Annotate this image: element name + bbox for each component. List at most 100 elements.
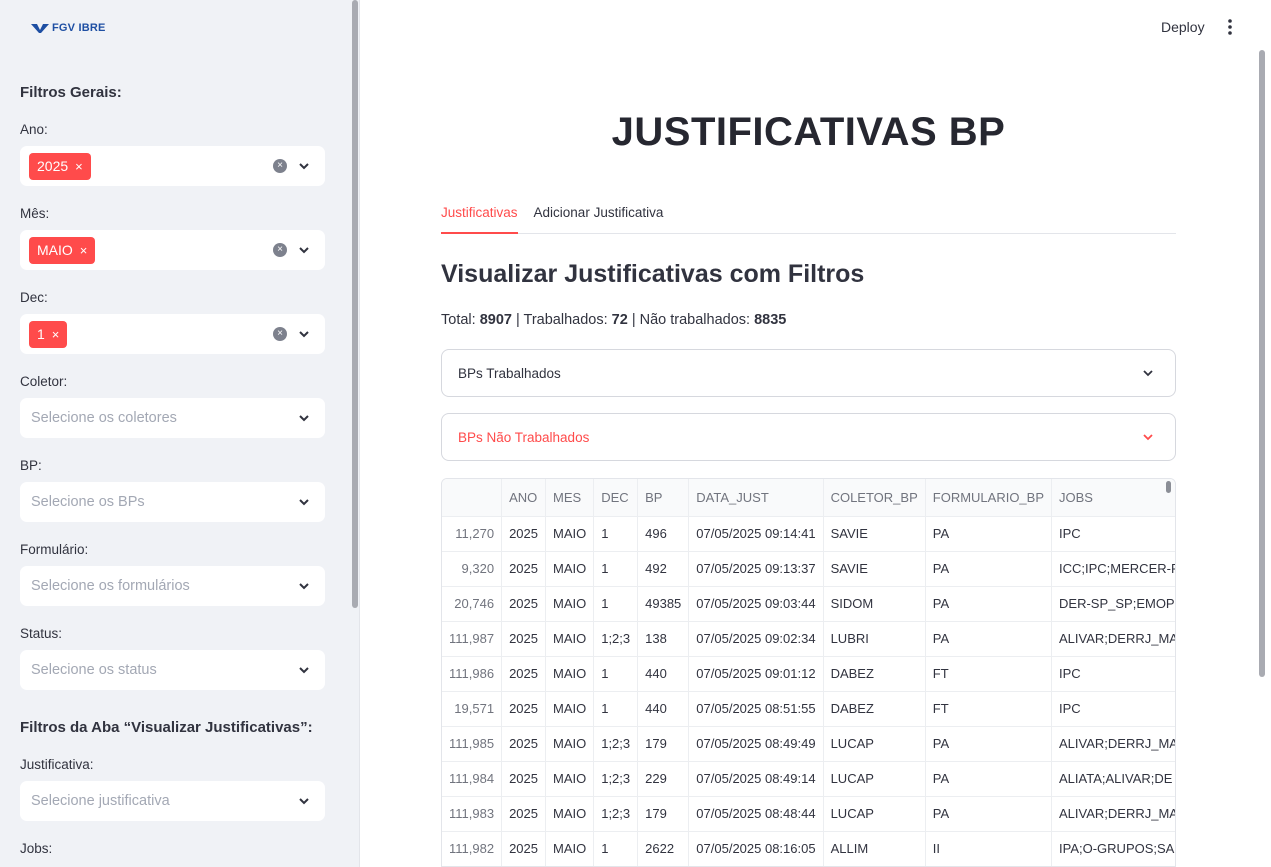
- column-header-jobs[interactable]: JOBS: [1051, 479, 1175, 517]
- column-header-data-just[interactable]: DATA_JUST: [688, 479, 824, 517]
- column-header-dec[interactable]: DEC: [593, 479, 639, 517]
- cell-bp[interactable]: 496: [637, 516, 690, 552]
- column-header-index[interactable]: [442, 479, 503, 517]
- ano-multiselect[interactable]: 2025 × ×: [20, 146, 325, 186]
- chevron-down-icon[interactable]: [1141, 430, 1155, 444]
- cell-jobs[interactable]: IPA;O-GRUPOS;SA: [1051, 831, 1175, 866]
- cell-dec[interactable]: 1: [593, 551, 639, 587]
- cell-jobs[interactable]: ICC;IPC;MERCER-R: [1051, 551, 1175, 587]
- cell-coletor-bp[interactable]: DABEZ: [823, 691, 926, 727]
- cell-mes[interactable]: MAIO: [545, 761, 595, 797]
- cell-formulario-bp[interactable]: FT: [925, 691, 1053, 727]
- chevron-down-icon[interactable]: [297, 159, 311, 173]
- cell-ano[interactable]: 2025: [501, 726, 546, 762]
- cell-jobs[interactable]: ALIVAR;DERRJ_MA: [1051, 796, 1175, 832]
- cell-formulario-bp[interactable]: FT: [925, 656, 1053, 692]
- cell-jobs[interactable]: IPC: [1051, 516, 1175, 552]
- cell-formulario-bp[interactable]: PA: [925, 516, 1053, 552]
- cell-dec[interactable]: 1;2;3: [593, 761, 639, 797]
- cell-coletor-bp[interactable]: LUCAP: [823, 761, 926, 797]
- expander-bps-nao-trabalhados[interactable]: BPs Não Trabalhados: [441, 413, 1176, 461]
- cell-jobs[interactable]: IPC: [1051, 656, 1175, 692]
- cell-jobs[interactable]: ALIVAR;DERRJ_MA: [1051, 726, 1175, 762]
- table-row[interactable]: 111,987 2025 MAIO 1;2;3 138 07/05/2025 09:02:…: [442, 621, 1175, 657]
- cell-formulario-bp[interactable]: PA: [925, 761, 1053, 797]
- mes-multiselect[interactable]: MAIO × ×: [20, 230, 325, 270]
- column-header-coletor-bp[interactable]: COLETOR_BP: [823, 479, 926, 517]
- cell-data-just[interactable]: 07/05/2025 08:49:49: [688, 726, 824, 762]
- cell-data-just[interactable]: 07/05/2025 09:13:37: [688, 551, 824, 587]
- cell-index[interactable]: 111,987: [442, 621, 503, 657]
- main-scrollbar[interactable]: [1259, 50, 1265, 677]
- cell-data-just[interactable]: 07/05/2025 08:51:55: [688, 691, 824, 727]
- cell-bp[interactable]: 229: [637, 761, 690, 797]
- cell-bp[interactable]: 179: [637, 726, 690, 762]
- cell-data-just[interactable]: 07/05/2025 08:49:14: [688, 761, 824, 797]
- cell-bp[interactable]: 49385: [637, 586, 690, 622]
- table-row[interactable]: 9,320 2025 MAIO 1 492 07/05/2025 09:13:37 SAVI…: [442, 551, 1175, 587]
- cell-ano[interactable]: 2025: [501, 516, 546, 552]
- cell-formulario-bp[interactable]: PA: [925, 726, 1053, 762]
- cell-formulario-bp[interactable]: II: [925, 831, 1053, 866]
- cell-index[interactable]: 111,983: [442, 796, 503, 832]
- cell-jobs[interactable]: ALIATA;ALIVAR;DE: [1051, 761, 1175, 797]
- cell-jobs[interactable]: ALIVAR;DERRJ_MA: [1051, 621, 1175, 657]
- deploy-button[interactable]: Deploy: [1161, 19, 1205, 35]
- cell-dec[interactable]: 1: [593, 831, 639, 866]
- chevron-down-icon[interactable]: [297, 495, 311, 509]
- cell-data-just[interactable]: 07/05/2025 09:03:44: [688, 586, 824, 622]
- table-scrollbar[interactable]: [1166, 481, 1171, 493]
- cell-ano[interactable]: 2025: [501, 551, 546, 587]
- chevron-down-icon[interactable]: [1141, 366, 1155, 380]
- table-row[interactable]: 111,983 2025 MAIO 1;2;3 179 07/05/2025 08:48:…: [442, 796, 1175, 832]
- cell-ano[interactable]: 2025: [501, 656, 546, 692]
- cell-mes[interactable]: MAIO: [545, 586, 595, 622]
- chevron-down-icon[interactable]: [297, 327, 311, 341]
- cell-index[interactable]: 111,982: [442, 831, 503, 866]
- cell-index[interactable]: 9,320: [442, 551, 503, 587]
- clear-icon[interactable]: ×: [273, 243, 287, 257]
- cell-mes[interactable]: MAIO: [545, 691, 595, 727]
- coletor-multiselect[interactable]: Selecione os coletores: [20, 398, 325, 438]
- cell-jobs[interactable]: IPC: [1051, 691, 1175, 727]
- cell-coletor-bp[interactable]: ALLIM: [823, 831, 926, 866]
- status-multiselect[interactable]: Selecione os status: [20, 650, 325, 690]
- cell-formulario-bp[interactable]: PA: [925, 551, 1053, 587]
- tab-justificativas[interactable]: Justificativas: [441, 204, 518, 234]
- cell-formulario-bp[interactable]: PA: [925, 796, 1053, 832]
- column-header-bp[interactable]: BP: [637, 479, 690, 517]
- chip-remove-icon[interactable]: ×: [80, 244, 88, 257]
- chevron-down-icon[interactable]: [297, 243, 311, 257]
- cell-bp[interactable]: 179: [637, 796, 690, 832]
- cell-bp[interactable]: 138: [637, 621, 690, 657]
- cell-coletor-bp[interactable]: LUBRI: [823, 621, 926, 657]
- cell-ano[interactable]: 2025: [501, 586, 546, 622]
- column-header-ano[interactable]: ANO: [501, 479, 546, 517]
- clear-icon[interactable]: ×: [273, 327, 287, 341]
- expander-bps-trabalhados[interactable]: BPs Trabalhados: [441, 349, 1176, 397]
- cell-mes[interactable]: MAIO: [545, 516, 595, 552]
- cell-formulario-bp[interactable]: PA: [925, 621, 1053, 657]
- cell-index[interactable]: 19,571: [442, 691, 503, 727]
- cell-coletor-bp[interactable]: SAVIE: [823, 551, 926, 587]
- cell-data-just[interactable]: 07/05/2025 08:16:05: [688, 831, 824, 866]
- cell-formulario-bp[interactable]: PA: [925, 586, 1053, 622]
- cell-ano[interactable]: 2025: [501, 831, 546, 866]
- cell-bp[interactable]: 2622: [637, 831, 690, 866]
- cell-ano[interactable]: 2025: [501, 761, 546, 797]
- cell-index[interactable]: 111,984: [442, 761, 503, 797]
- cell-dec[interactable]: 1;2;3: [593, 726, 639, 762]
- dec-multiselect[interactable]: 1 × ×: [20, 314, 325, 354]
- cell-data-just[interactable]: 07/05/2025 08:48:44: [688, 796, 824, 832]
- table-row[interactable]: 20,746 2025 MAIO 1 49385 07/05/2025 09:03:44 S…: [442, 586, 1175, 622]
- chevron-down-icon[interactable]: [297, 663, 311, 677]
- table-row[interactable]: 19,571 2025 MAIO 1 440 07/05/2025 08:51:55 DAB…: [442, 691, 1175, 727]
- cell-coletor-bp[interactable]: LUCAP: [823, 796, 926, 832]
- cell-bp[interactable]: 440: [637, 691, 690, 727]
- chip-remove-icon[interactable]: ×: [52, 328, 60, 341]
- column-header-mes[interactable]: MES: [545, 479, 595, 517]
- sidebar-scrollbar[interactable]: [352, 0, 358, 608]
- cell-index[interactable]: 20,746: [442, 586, 503, 622]
- cell-coletor-bp[interactable]: LUCAP: [823, 726, 926, 762]
- cell-coletor-bp[interactable]: SIDOM: [823, 586, 926, 622]
